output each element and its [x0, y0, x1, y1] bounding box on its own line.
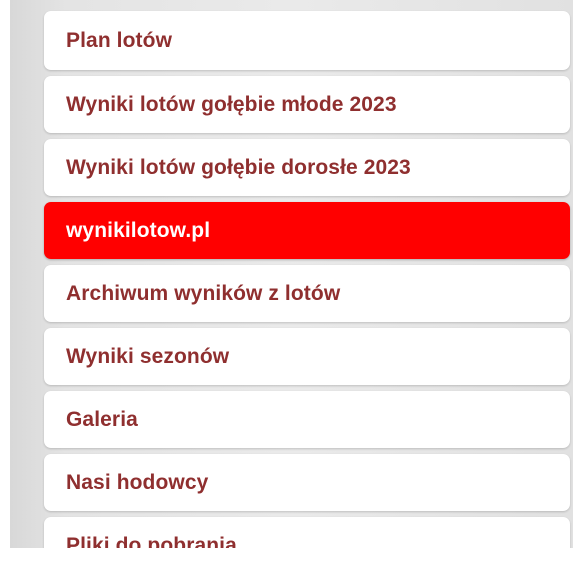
menu-item-label: Pliki do pobrania — [66, 533, 237, 549]
menu-item-label: Wyniki sezonów — [66, 344, 230, 368]
menu-item-wyniki-dorosle-2023[interactable]: Wyniki lotów gołębie dorosłe 2023 — [44, 139, 570, 196]
side-menu: Plan lotów Wyniki lotów gołębie młode 20… — [44, 11, 570, 548]
page-margin — [0, 0, 10, 561]
menu-item-nasi-hodowcy[interactable]: Nasi hodowcy — [44, 454, 570, 511]
page-bottom-margin — [0, 548, 573, 561]
menu-item-label: Galeria — [66, 407, 138, 431]
menu-item-wynikilotow-pl[interactable]: wynikilotow.pl — [44, 202, 570, 259]
menu-item-label: Nasi hodowcy — [66, 470, 209, 494]
menu-item-label: wynikilotow.pl — [66, 218, 211, 242]
menu-item-label: Wyniki lotów gołębie młode 2023 — [66, 92, 397, 116]
menu-item-label: Wyniki lotów gołębie dorosłe 2023 — [66, 155, 411, 179]
menu-item-pliki-do-pobrania[interactable]: Pliki do pobrania — [44, 517, 570, 548]
side-menu-panel: Plan lotów Wyniki lotów gołębie młode 20… — [10, 0, 573, 548]
menu-item-wyniki-sezonow[interactable]: Wyniki sezonów — [44, 328, 570, 385]
menu-item-galeria[interactable]: Galeria — [44, 391, 570, 448]
menu-item-wyniki-mlode-2023[interactable]: Wyniki lotów gołębie młode 2023 — [44, 76, 570, 133]
menu-item-archiwum-wynikow[interactable]: Archiwum wyników z lotów — [44, 265, 570, 322]
menu-item-plan-lotow[interactable]: Plan lotów — [44, 11, 570, 70]
menu-item-label: Plan lotów — [66, 28, 172, 52]
menu-item-label: Archiwum wyników z lotów — [66, 281, 341, 305]
